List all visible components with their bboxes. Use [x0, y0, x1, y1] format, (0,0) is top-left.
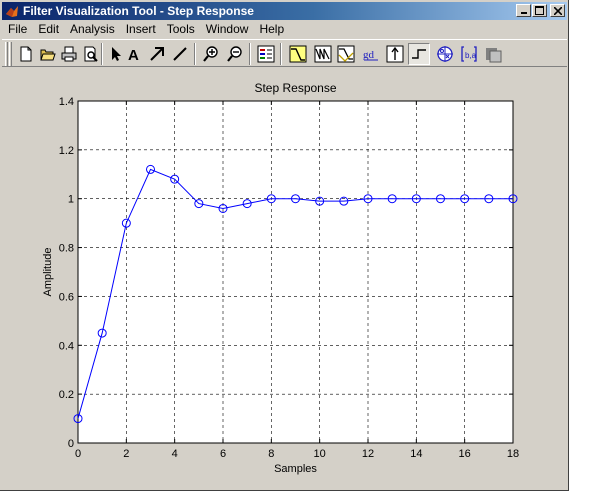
x-tick-label: 2 — [123, 448, 129, 460]
y-axis-label: Amplitude — [42, 248, 54, 297]
x-axis-label: Samples — [274, 463, 317, 475]
x-tick-label: 16 — [459, 448, 471, 460]
x-tick-label: 18 — [507, 448, 519, 460]
x-tick-label: 8 — [268, 448, 274, 460]
x-tick-label: 12 — [362, 448, 374, 460]
y-tick-label: 0.6 — [59, 291, 74, 303]
y-tick-label: 1.4 — [59, 96, 74, 108]
app-window: Filter Visualization Tool - Step Respons… — [0, 0, 569, 491]
plot-area — [78, 101, 513, 443]
y-tick-label: 0 — [68, 438, 74, 450]
x-tick-label: 10 — [314, 448, 326, 460]
x-tick-label: 4 — [172, 448, 178, 460]
y-tick-label: 0.2 — [59, 389, 74, 401]
x-tick-label: 6 — [220, 448, 226, 460]
x-tick-label: 0 — [75, 448, 81, 460]
chart-title: Step Response — [254, 81, 336, 95]
x-tick-label: 14 — [410, 448, 422, 460]
y-tick-label: 0.4 — [59, 340, 74, 352]
y-tick-label: 0.8 — [59, 243, 74, 255]
y-tick-label: 1 — [68, 194, 74, 206]
step-response-plot: 0 2 4 6 8 10 12 14 16 18 0 0.2 0.4 0.6 0.8 1 1.2 1.4 Step … — [42, 81, 519, 475]
y-tick-label: 1.2 — [59, 145, 74, 157]
